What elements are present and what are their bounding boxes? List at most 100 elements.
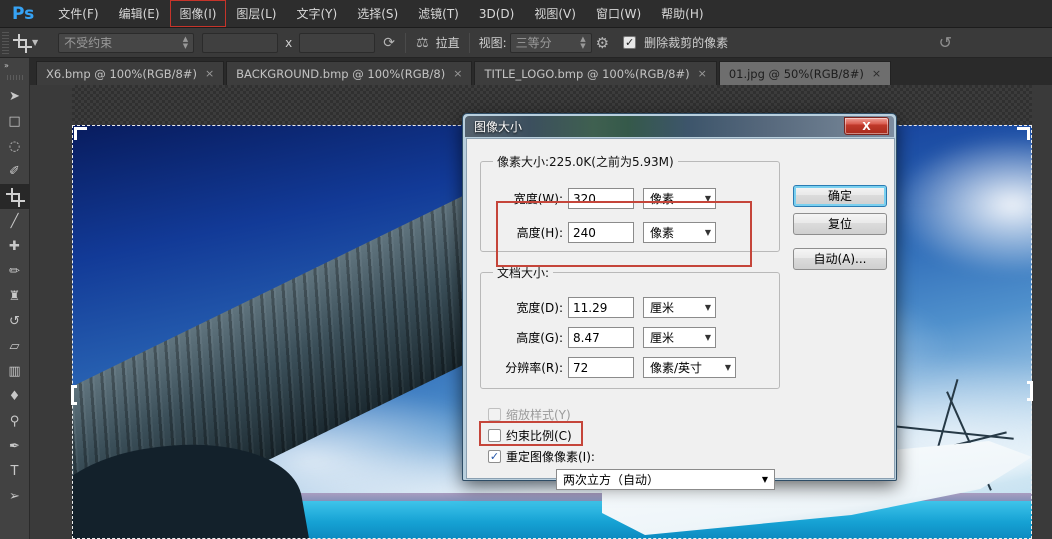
straighten-button[interactable]: 拉直 (436, 34, 460, 51)
lasso-tool[interactable]: ◌ (0, 134, 30, 159)
close-icon[interactable]: × (453, 67, 462, 80)
crop-x-separator: x (285, 36, 292, 50)
quick-selection-tool[interactable]: ✐ (0, 159, 30, 184)
tab-background[interactable]: BACKGROUND.bmp @ 100%(RGB/8)× (226, 61, 472, 85)
resolution-unit-dropdown[interactable]: 像素/英寸▼ (643, 357, 736, 378)
resample-method-dropdown[interactable]: 两次立方（自动）▼ (556, 469, 775, 490)
width-doc-unit-dropdown[interactable]: 厘米▼ (643, 297, 716, 318)
document-size-legend: 文档大小: (493, 264, 553, 281)
tab-x6[interactable]: X6.bmp @ 100%(RGB/8#)× (36, 61, 224, 85)
eraser-tool[interactable]: ▱ (0, 334, 30, 359)
photoshop-window: Ps 文件(F) 编辑(E) 图像(I) 图层(L) 文字(Y) 选择(S) 滤… (0, 0, 1052, 539)
crop-tool-icon[interactable] (15, 36, 28, 49)
menu-window[interactable]: 窗口(W) (586, 0, 651, 27)
tab-01jpg[interactable]: 01.jpg @ 50%(RGB/8#)× (719, 61, 891, 85)
auto-button[interactable]: 自动(A)... (793, 248, 887, 270)
ok-button[interactable]: 确定 (793, 185, 887, 207)
type-tool[interactable]: T (0, 459, 30, 484)
menu-view[interactable]: 视图(V) (524, 0, 586, 27)
width-px-unit-dropdown[interactable]: 像素▼ (643, 188, 716, 209)
menu-filter[interactable]: 滤镜(T) (408, 0, 469, 27)
menu-3d[interactable]: 3D(D) (469, 2, 524, 26)
chevron-down-icon: ▼ (725, 363, 731, 372)
eyedropper-tool[interactable]: ╱ (0, 209, 30, 234)
chevron-down-icon: ▼ (705, 333, 711, 342)
options-bar: ▼ 不受约束▲▼ x ⟳ ⚖ 拉直 视图: 三等分▲▼ ⚙ ✓ 删除裁剪的像素 … (0, 28, 1052, 58)
height-doc-unit-dropdown[interactable]: 厘米▼ (643, 327, 716, 348)
delete-cropped-checkbox[interactable]: ✓ (623, 36, 636, 49)
close-icon[interactable]: × (872, 67, 881, 80)
scale-styles-checkbox[interactable] (488, 408, 501, 421)
pixel-size-group: 像素大小:225.0K(之前为5.93M) 宽度(W): 像素▼ 高度(H): … (480, 153, 780, 252)
updown-icon: ▲▼ (183, 36, 188, 50)
chevron-down-icon: ▼ (762, 475, 768, 484)
reset-icon[interactable]: ↺ (939, 33, 952, 52)
constrain-proportions-checkbox-row[interactable]: 约束比例(C) (488, 427, 572, 444)
options-grip[interactable] (2, 32, 9, 54)
updown-icon: ▲▼ (580, 36, 585, 50)
document-size-group: 文档大小: 宽度(D): 厘米▼ 高度(G): 厘米▼ 分辨率(R): (480, 264, 780, 389)
dodge-tool[interactable]: ⚲ (0, 409, 30, 434)
dialog-body: 像素大小:225.0K(之前为5.93M) 宽度(W): 像素▼ 高度(H): … (466, 138, 895, 479)
menu-image[interactable]: 图像(I) (170, 0, 227, 27)
tool-preset-caret-icon[interactable]: ▼ (32, 38, 38, 47)
pen-tool[interactable]: ✒ (0, 434, 30, 459)
height-px-label: 高度(H): (495, 224, 563, 241)
height-px-unit-dropdown[interactable]: 像素▼ (643, 222, 716, 243)
menu-bar: Ps 文件(F) 编辑(E) 图像(I) 图层(L) 文字(Y) 选择(S) 滤… (0, 0, 1052, 28)
menu-help[interactable]: 帮助(H) (651, 0, 713, 27)
width-px-input[interactable] (568, 188, 634, 209)
menu-select[interactable]: 选择(S) (347, 0, 408, 27)
document-tab-bar: X6.bmp @ 100%(RGB/8#)× BACKGROUND.bmp @ … (30, 58, 1052, 85)
menu-edit[interactable]: 编辑(E) (109, 0, 170, 27)
gear-icon[interactable]: ⚙ (596, 34, 609, 52)
constrain-proportions-checkbox[interactable] (488, 429, 501, 442)
width-doc-input[interactable] (568, 297, 634, 318)
ps-logo: Ps (0, 4, 48, 24)
collapse-panel-icon[interactable]: » (0, 58, 13, 73)
crop-icon (8, 190, 21, 203)
resample-checkbox[interactable]: ✓ (488, 450, 501, 463)
blur-tool[interactable]: ♦ (0, 384, 30, 409)
swap-rotate-icon[interactable]: ⟳ (383, 35, 395, 51)
close-button[interactable]: X (844, 117, 889, 135)
height-doc-input[interactable] (568, 327, 634, 348)
tab-title-logo[interactable]: TITLE_LOGO.bmp @ 100%(RGB/8#)× (474, 61, 716, 85)
crop-height-input[interactable] (299, 33, 375, 53)
resolution-label: 分辨率(R): (495, 359, 563, 376)
healing-brush-tool[interactable]: ✚ (0, 234, 30, 259)
close-icon[interactable]: × (698, 67, 707, 80)
resample-checkbox-row[interactable]: ✓ 重定图像像素(I): (488, 448, 595, 465)
gradient-tool[interactable]: ▥ (0, 359, 30, 384)
crop-ratio-dropdown[interactable]: 不受约束▲▼ (58, 33, 194, 53)
path-selection-tool[interactable]: ➢ (0, 484, 30, 509)
dialog-title-bar[interactable]: 图像大小 (465, 116, 894, 137)
marquee-tool[interactable]: □ (0, 109, 30, 134)
menu-file[interactable]: 文件(F) (48, 0, 108, 27)
move-tool[interactable]: ➤ (0, 84, 30, 109)
menu-layer[interactable]: 图层(L) (226, 0, 286, 27)
overlay-view-dropdown[interactable]: 三等分▲▼ (510, 33, 592, 53)
crop-width-input[interactable] (202, 33, 278, 53)
cloud (892, 135, 1032, 275)
width-px-label: 宽度(W): (495, 190, 563, 207)
crop-tool[interactable] (0, 184, 30, 209)
tool-panel-grip[interactable] (7, 75, 23, 80)
height-doc-label: 高度(G): (495, 329, 563, 346)
straighten-icon[interactable]: ⚖ (416, 35, 429, 51)
menu-type[interactable]: 文字(Y) (286, 0, 347, 27)
resolution-input[interactable] (568, 357, 634, 378)
chevron-down-icon: ▼ (705, 194, 711, 203)
separator (469, 33, 470, 53)
brush-tool[interactable]: ✏ (0, 259, 30, 284)
height-px-input[interactable] (568, 222, 634, 243)
history-brush-tool[interactable]: ↺ (0, 309, 30, 334)
close-icon[interactable]: × (205, 67, 214, 80)
width-doc-label: 宽度(D): (495, 299, 563, 316)
reset-button[interactable]: 复位 (793, 213, 887, 235)
scale-styles-checkbox-row[interactable]: 缩放样式(Y) (488, 406, 571, 423)
image-size-dialog: 图像大小 X 像素大小:225.0K(之前为5.93M) 宽度(W): 像素▼ … (462, 113, 897, 481)
tool-panel: » ➤ □ ◌ ✐ ╱ ✚ ✏ ♜ ↺ ▱ ▥ ♦ ⚲ ✒ T ➢ (0, 58, 30, 539)
clone-stamp-tool[interactable]: ♜ (0, 284, 30, 309)
chevron-down-icon: ▼ (705, 303, 711, 312)
